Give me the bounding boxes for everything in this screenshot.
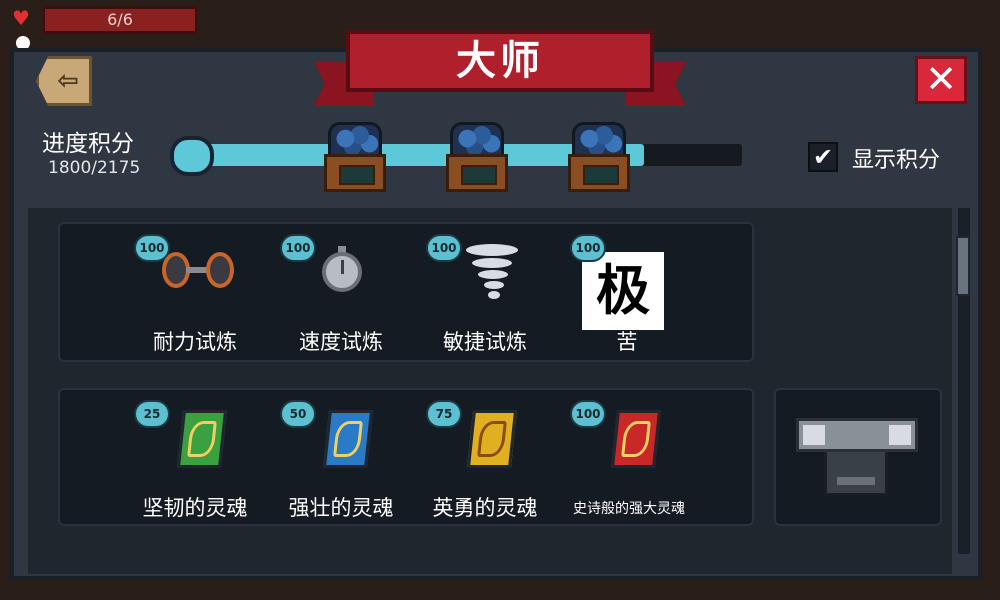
blue-soul-card-icon — [322, 410, 374, 468]
points-badge: 50 — [280, 400, 316, 428]
green-soul-card-icon — [176, 410, 228, 468]
achievement-label: 英勇的灵魂 — [432, 496, 538, 520]
hp-bar: 6/6 — [42, 6, 198, 34]
points-badge: 100 — [134, 234, 170, 262]
achievement-label: 强壮的灵魂 — [288, 496, 394, 520]
scrollbar-thumb[interactable] — [956, 236, 970, 296]
achievement-label: 敏捷试炼 — [443, 330, 527, 354]
kanji-image: 极 — [582, 252, 664, 330]
stopwatch-icon — [322, 246, 362, 292]
heart-icon: ♥ — [12, 6, 30, 30]
progress-value: 1800/2175 — [48, 158, 141, 178]
close-icon: ✕ — [925, 57, 957, 101]
progress-label: 进度积分 — [42, 131, 134, 157]
progress-start-knob — [170, 136, 214, 176]
dialog-title: 大师 — [346, 30, 654, 92]
points-badge: 100 — [570, 234, 606, 262]
close-button[interactable]: ✕ — [915, 56, 967, 104]
milestone-chest-2[interactable] — [446, 122, 508, 192]
gold-soul-card-icon — [466, 410, 518, 468]
red-soul-card-icon — [610, 410, 662, 468]
achievement-label: 苦 — [616, 330, 638, 354]
milestone-chest-3[interactable] — [568, 122, 630, 192]
tornado-icon — [466, 238, 518, 304]
silver-chest-icon — [796, 418, 918, 498]
points-badge: 100 — [280, 234, 316, 262]
milestone-chest-1[interactable] — [324, 122, 386, 192]
achievement-label: 史诗般的强大灵魂 — [573, 501, 685, 517]
points-badge: 75 — [426, 400, 462, 428]
dumbbell-icon — [162, 252, 234, 288]
points-badge: 25 — [134, 400, 170, 428]
achievement-label: 耐力试炼 — [153, 330, 237, 354]
points-badge: 100 — [570, 400, 606, 428]
show-score-checkbox[interactable]: ✔ — [808, 142, 838, 172]
show-score-label: 显示积分 — [852, 148, 941, 173]
achievement-label: 坚韧的灵魂 — [142, 496, 248, 520]
back-arrow-icon: ⇦ — [57, 66, 79, 96]
achievement-label: 速度试炼 — [299, 330, 383, 354]
points-badge: 100 — [426, 234, 462, 262]
